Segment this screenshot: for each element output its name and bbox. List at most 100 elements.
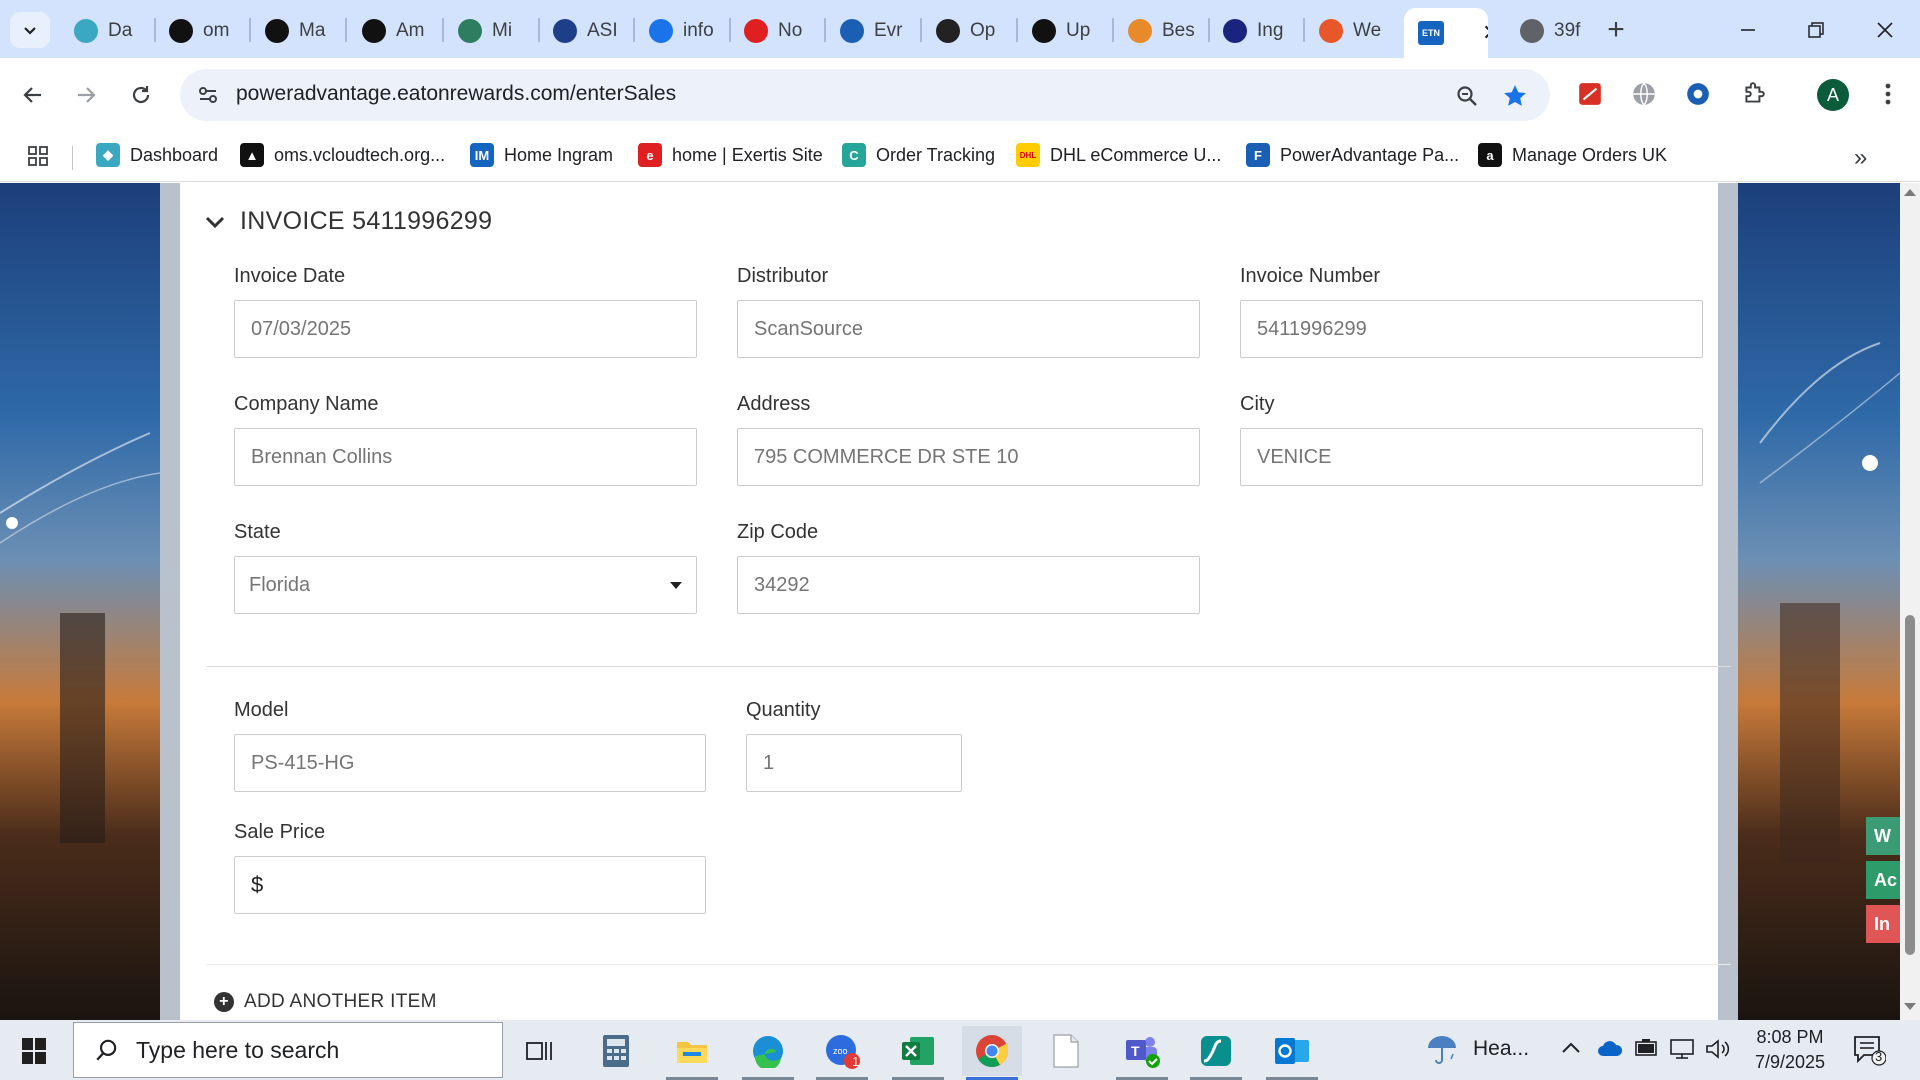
- globe-extension-button[interactable]: [1624, 74, 1664, 114]
- address-input[interactable]: 795 COMMERCE DR STE 10: [737, 428, 1200, 486]
- address-label: Address: [737, 393, 811, 415]
- file-explorer-app[interactable]: [662, 1026, 722, 1080]
- network-button[interactable]: [1668, 1038, 1698, 1060]
- tab-5[interactable]: ASI: [541, 12, 629, 50]
- apps-button[interactable]: [26, 144, 50, 168]
- globe-icon: [1520, 19, 1544, 43]
- restore-button[interactable]: [1791, 10, 1841, 50]
- task-view-button[interactable]: [510, 1026, 570, 1076]
- address-bar[interactable]: poweradvantage.eatonrewards.com/enterSal…: [180, 69, 1550, 121]
- tab-9[interactable]: Op: [924, 12, 1012, 50]
- city-input[interactable]: VENICE: [1240, 428, 1703, 486]
- tab-6[interactable]: info: [637, 12, 725, 50]
- profile-avatar[interactable]: A: [1817, 79, 1849, 111]
- edge-icon: [753, 1036, 783, 1068]
- notepad-app[interactable]: [1036, 1026, 1096, 1076]
- leaf-icon: [458, 19, 482, 43]
- bookmark-item[interactable]: F PowerAdvantage Pa...: [1246, 143, 1459, 167]
- bookmark-favicon-icon: IM: [470, 143, 494, 167]
- tab-14[interactable]: ETN ✕: [1404, 8, 1488, 58]
- distributor-input[interactable]: ScanSource: [737, 300, 1200, 358]
- tab-12[interactable]: Ing: [1211, 12, 1299, 50]
- calculator-app[interactable]: [586, 1026, 646, 1076]
- page-scrollbar[interactable]: [1900, 183, 1920, 1020]
- forward-button[interactable]: [65, 74, 107, 116]
- sale-price-input[interactable]: $: [234, 856, 706, 914]
- minimize-button[interactable]: [1723, 10, 1773, 50]
- volume-button[interactable]: [1704, 1038, 1732, 1060]
- reload-button[interactable]: [120, 74, 162, 116]
- tray-overflow-button[interactable]: [1560, 1038, 1582, 1058]
- pdf-extension-button[interactable]: [1570, 74, 1610, 114]
- bookmark-item[interactable]: ◆ Dashboard: [96, 143, 218, 167]
- model-input[interactable]: PS-415-HG: [234, 734, 706, 792]
- new-tab-button[interactable]: +: [1598, 12, 1634, 48]
- tab-11[interactable]: Bes: [1116, 12, 1204, 50]
- invoice-date-field: Invoice Date 07/03/2025: [234, 265, 697, 358]
- tab-13[interactable]: We: [1307, 12, 1395, 50]
- bookmark-item[interactable]: C Order Tracking: [842, 143, 995, 167]
- state-select[interactable]: Florida: [234, 556, 697, 614]
- puzzle-extension-button[interactable]: [1678, 74, 1718, 114]
- close-window-button[interactable]: [1860, 10, 1910, 50]
- windows-taskbar: Type here to search zoo 1 T Hea... 8:08 …: [0, 1020, 1920, 1080]
- bookmark-item[interactable]: IM Home Ingram: [470, 143, 613, 167]
- weather-widget[interactable]: Hea...: [1425, 1032, 1529, 1066]
- tab-label: Op: [970, 20, 996, 41]
- tab-separator: [1303, 18, 1305, 42]
- tab-0[interactable]: Da: [62, 12, 150, 50]
- tab-search-button[interactable]: [10, 12, 50, 48]
- company-name-input[interactable]: Brennan Collins: [234, 428, 697, 486]
- onedrive-button[interactable]: [1596, 1038, 1624, 1058]
- battery-button[interactable]: [1632, 1038, 1660, 1058]
- chrome-app[interactable]: [962, 1026, 1022, 1080]
- company-name-field: Company Name Brennan Collins: [234, 393, 697, 486]
- tab-1[interactable]: om: [157, 12, 245, 50]
- site-settings-icon[interactable]: [194, 81, 222, 109]
- tab-label: ASI: [587, 20, 618, 41]
- invoice-toggle[interactable]: INVOICE 5411996299: [204, 207, 492, 236]
- zip-code-input[interactable]: 34292: [737, 556, 1200, 614]
- edge-app[interactable]: [738, 1026, 798, 1080]
- scroll-up-arrow-icon[interactable]: [1904, 189, 1916, 196]
- tab-15[interactable]: 39f: [1508, 12, 1596, 50]
- menu-button[interactable]: [1868, 74, 1908, 114]
- bookmark-item[interactable]: a Manage Orders UK: [1478, 143, 1667, 167]
- start-button[interactable]: [14, 1034, 54, 1068]
- side-widget-tab[interactable]: W: [1866, 817, 1900, 855]
- bookmark-item[interactable]: ▲ oms.vcloudtech.org...: [240, 143, 445, 167]
- back-button[interactable]: [12, 74, 54, 116]
- invoice-number-input[interactable]: 5411996299: [1240, 300, 1703, 358]
- side-widget-tab[interactable]: Ac: [1866, 861, 1900, 899]
- zoom-button[interactable]: [1452, 81, 1482, 111]
- more-bookmarks-button[interactable]: »: [1854, 144, 1867, 172]
- tab-7[interactable]: No: [732, 12, 820, 50]
- script-app[interactable]: [1186, 1026, 1246, 1080]
- tab-2[interactable]: Ma: [253, 12, 341, 50]
- scroll-down-arrow-icon[interactable]: [1904, 1003, 1916, 1010]
- tab-10[interactable]: Up: [1020, 12, 1108, 50]
- close-tab-icon[interactable]: ✕: [1482, 20, 1488, 46]
- tab-8[interactable]: Evr: [828, 12, 916, 50]
- stack-icon: [1319, 19, 1343, 43]
- taskbar-clock[interactable]: 8:08 PM 7/9/2025: [1740, 1025, 1840, 1075]
- quantity-input[interactable]: 1: [746, 734, 962, 792]
- teams-app[interactable]: T: [1112, 1026, 1172, 1080]
- extensions-button[interactable]: [1734, 74, 1774, 114]
- scroll-thumb[interactable]: [1905, 615, 1915, 955]
- bookmark-star-button[interactable]: [1500, 81, 1530, 111]
- tab-3[interactable]: Am: [350, 12, 438, 50]
- notifications-button[interactable]: 3: [1852, 1034, 1886, 1066]
- invoice-date-input[interactable]: 07/03/2025: [234, 300, 697, 358]
- taskbar-search-placeholder: Type here to search: [136, 1036, 340, 1063]
- excel-app[interactable]: [888, 1026, 948, 1080]
- bookmark-item[interactable]: e home | Exertis Site: [638, 143, 823, 167]
- taskbar-search-box[interactable]: Type here to search: [73, 1022, 503, 1078]
- side-widget-tab[interactable]: In: [1866, 905, 1900, 943]
- zoom-app[interactable]: zoo 1: [812, 1026, 872, 1080]
- add-another-item-button[interactable]: + ADD ANOTHER ITEM: [214, 991, 437, 1013]
- excel-icon: [902, 1037, 934, 1065]
- tab-4[interactable]: Mi: [446, 12, 534, 50]
- outlook-app[interactable]: [1262, 1026, 1322, 1080]
- bookmark-item[interactable]: DHL DHL eCommerce U...: [1016, 143, 1221, 167]
